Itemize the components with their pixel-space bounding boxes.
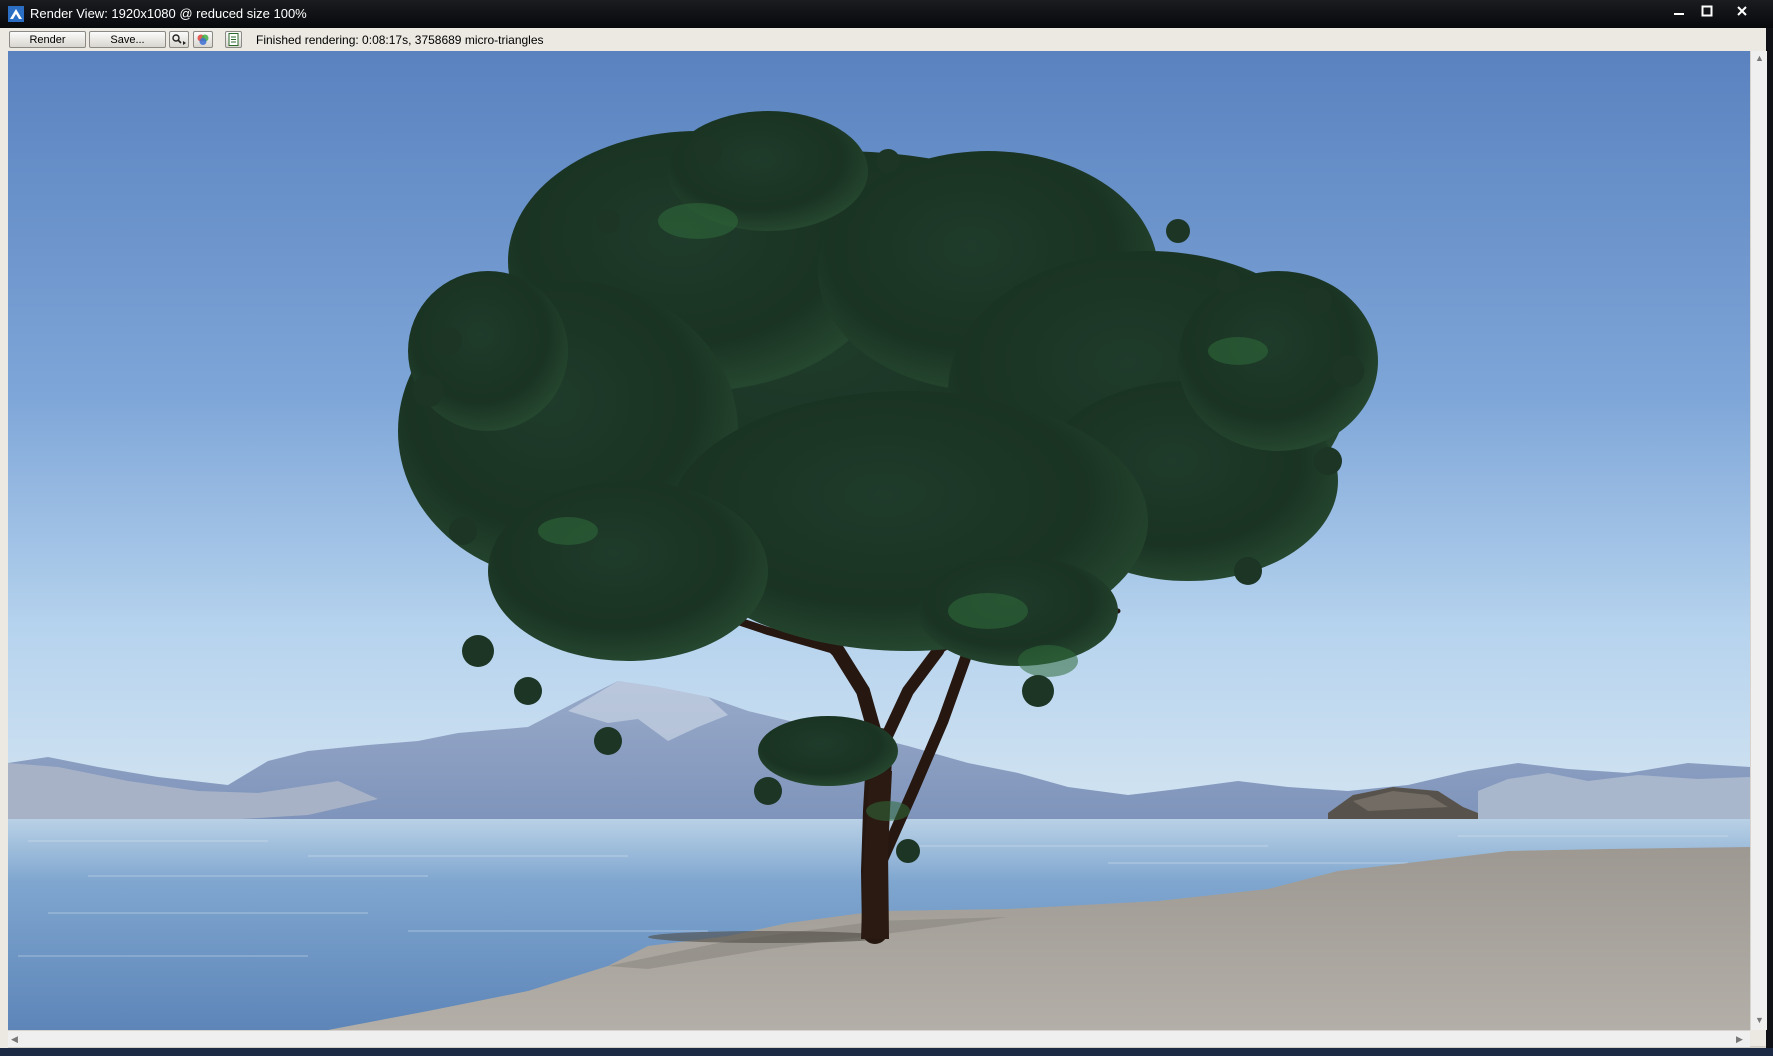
title-bar[interactable]: Render View: 1920x1080 @ reduced size 10… bbox=[0, 0, 1773, 28]
color-wheel-icon bbox=[197, 34, 209, 45]
close-button[interactable] bbox=[1729, 3, 1755, 23]
render-button[interactable]: Render bbox=[9, 31, 86, 48]
render-image-viewport[interactable] bbox=[8, 51, 1750, 1030]
log-button[interactable] bbox=[225, 31, 242, 48]
minimize-icon bbox=[1674, 13, 1684, 15]
right-hills bbox=[1478, 773, 1750, 821]
scroll-down-arrow-icon[interactable]: ▼ bbox=[1755, 1015, 1764, 1025]
magnifier-icon bbox=[172, 34, 186, 45]
taskbar-strip bbox=[0, 1048, 1773, 1056]
app-logo-icon bbox=[8, 6, 24, 22]
render-status-text: Finished rendering: 0:08:17s, 3758689 mi… bbox=[256, 33, 544, 47]
zoom-button[interactable] bbox=[169, 31, 189, 48]
window-frame-left bbox=[0, 51, 8, 1048]
close-icon bbox=[1737, 6, 1747, 16]
window-title: Render View: 1920x1080 @ reduced size 10… bbox=[30, 6, 307, 21]
save-button[interactable]: Save... bbox=[89, 31, 166, 48]
render-view-window: Render View: 1920x1080 @ reduced size 10… bbox=[0, 0, 1773, 1056]
scrollbar-corner bbox=[1750, 1030, 1766, 1046]
maximize-button[interactable] bbox=[1694, 3, 1720, 23]
maximize-icon bbox=[1701, 5, 1713, 17]
color-settings-button[interactable] bbox=[193, 31, 213, 48]
tree-shadow bbox=[648, 931, 888, 943]
window-frame-right bbox=[1766, 28, 1773, 1048]
scroll-right-arrow-icon[interactable]: ▶ bbox=[1736, 1034, 1743, 1045]
horizontal-scrollbar[interactable]: ◀ ▶ bbox=[8, 1030, 1750, 1047]
minimize-button[interactable] bbox=[1666, 3, 1692, 23]
scroll-up-arrow-icon[interactable]: ▲ bbox=[1755, 53, 1764, 63]
vertical-scrollbar[interactable]: ▲ ▼ bbox=[1750, 51, 1767, 1030]
document-icon bbox=[228, 33, 239, 46]
scroll-left-arrow-icon[interactable]: ◀ bbox=[11, 1034, 18, 1045]
rendered-scene bbox=[8, 51, 1750, 1030]
